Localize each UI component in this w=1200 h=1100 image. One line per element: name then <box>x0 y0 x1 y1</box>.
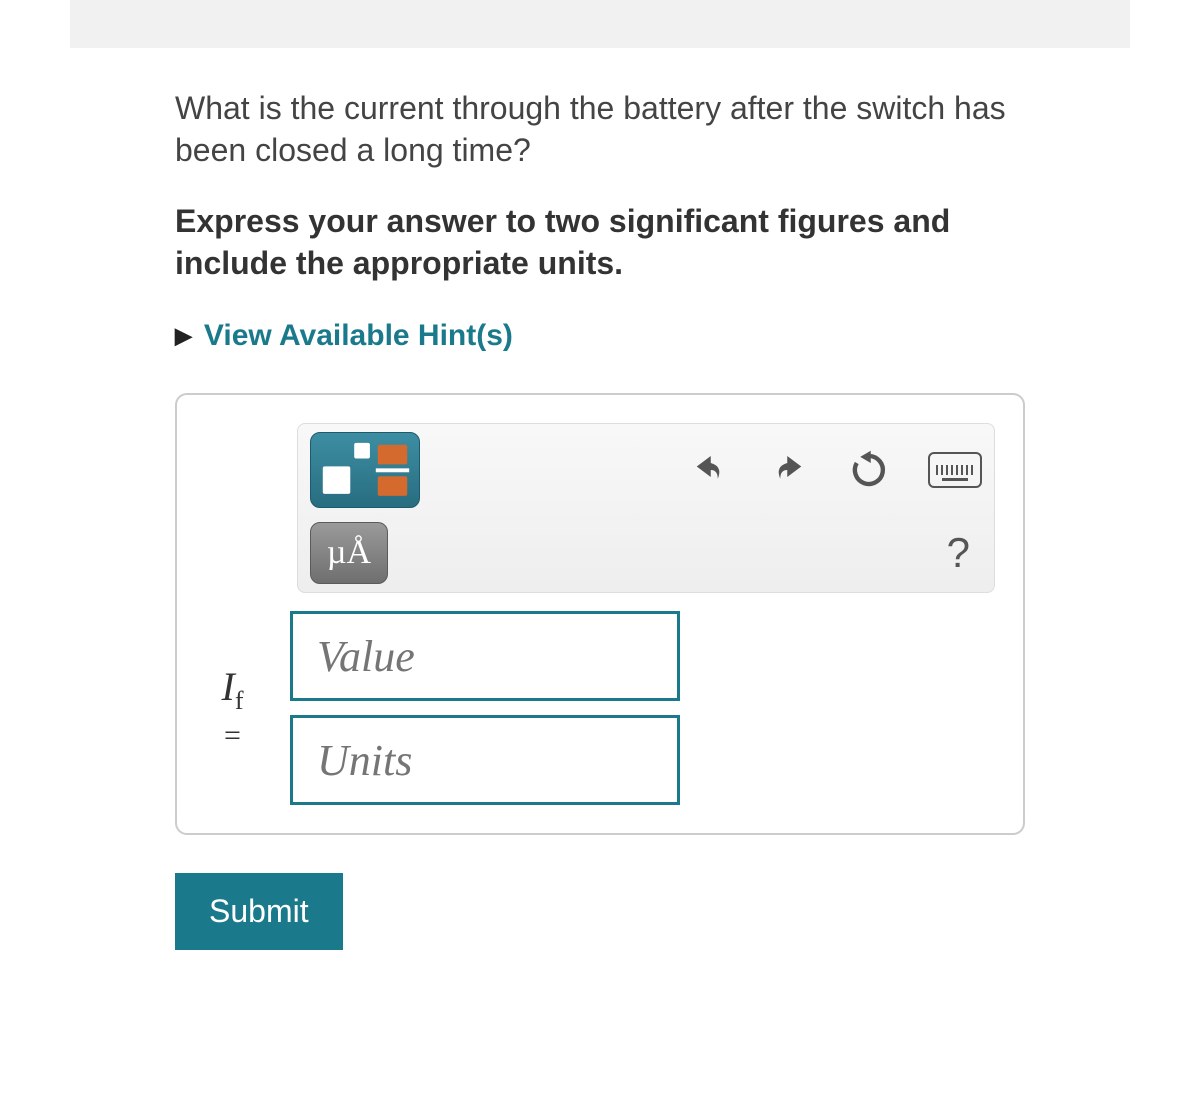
triangle-right-icon: ▶ <box>175 323 192 349</box>
submit-button[interactable]: Submit <box>175 873 343 950</box>
variable-label: If = <box>205 665 260 753</box>
help-button[interactable]: ? <box>947 529 982 577</box>
answer-panel: µÅ ? If = <box>175 393 1025 835</box>
units-input[interactable] <box>290 715 680 805</box>
special-chars-button[interactable]: µÅ <box>310 522 388 584</box>
keyboard-icon <box>936 465 974 475</box>
special-chars-label: µÅ <box>327 534 371 572</box>
question-content: What is the current through the battery … <box>175 88 1025 950</box>
undo-button[interactable] <box>688 449 730 491</box>
keyboard-button[interactable] <box>928 452 982 488</box>
reset-icon <box>848 449 890 491</box>
value-input[interactable] <box>290 611 680 701</box>
hints-label: View Available Hint(s) <box>204 319 513 353</box>
question-text: What is the current through the battery … <box>175 88 1025 171</box>
answer-input-area: If = <box>177 601 1023 833</box>
reset-button[interactable] <box>848 449 890 491</box>
instruction-text: Express your answer to two significant f… <box>175 201 1025 284</box>
answer-toolbar: µÅ ? <box>297 423 995 593</box>
redo-icon <box>768 449 810 491</box>
undo-icon <box>688 449 730 491</box>
redo-button[interactable] <box>768 449 810 491</box>
help-icon: ? <box>947 529 970 576</box>
view-hints-link[interactable]: ▶ View Available Hint(s) <box>175 319 1025 353</box>
math-templates-button[interactable] <box>310 432 420 508</box>
submit-label: Submit <box>209 893 309 929</box>
top-banner <box>70 0 1130 48</box>
templates-icon <box>311 433 419 508</box>
